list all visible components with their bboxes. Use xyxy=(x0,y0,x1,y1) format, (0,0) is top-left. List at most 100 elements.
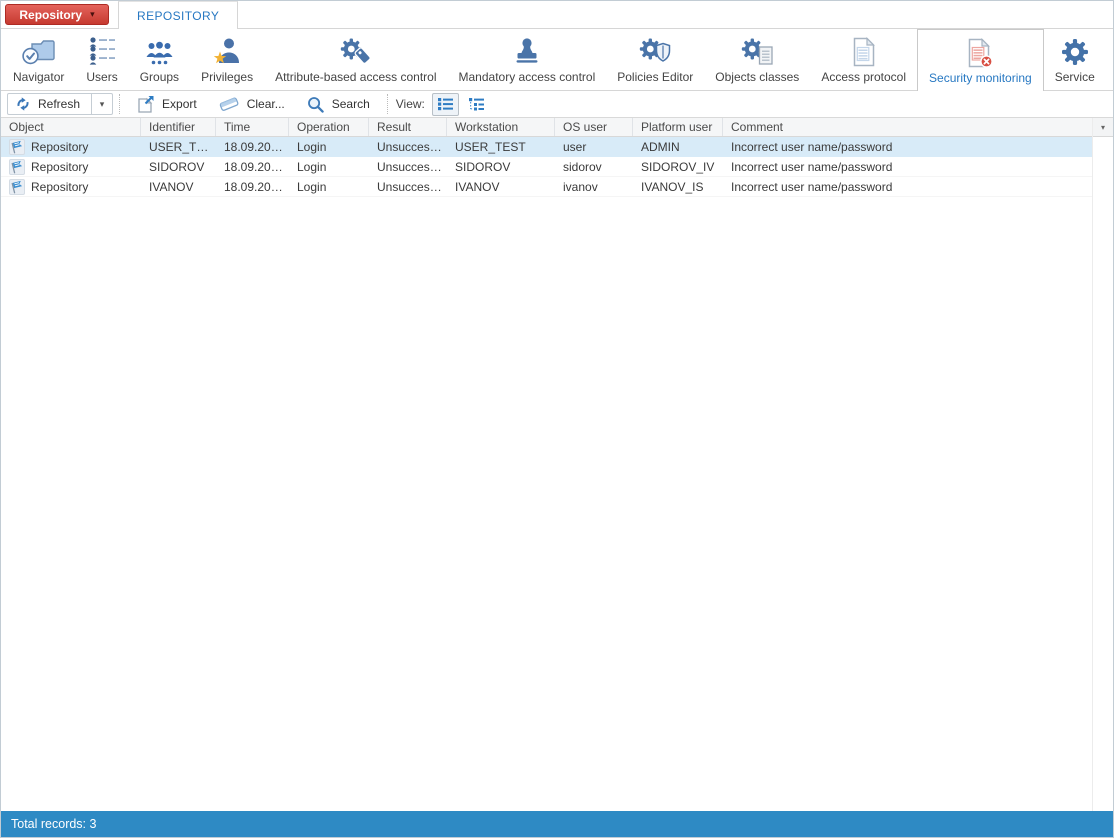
cell-object: Repository xyxy=(1,139,141,155)
table-row[interactable]: Repository USER_TEST 18.09.2018... Login… xyxy=(1,137,1092,157)
view-label: View: xyxy=(396,97,425,111)
ribbon-button-navigator[interactable]: Navigator xyxy=(2,29,75,90)
export-button[interactable]: Export xyxy=(126,92,208,116)
cell-comment: Incorrect user name/password xyxy=(723,160,1092,174)
grid-empty-area xyxy=(1,197,1092,811)
groups-icon xyxy=(144,34,175,67)
gear-shield-icon xyxy=(639,34,672,67)
cell-result: Unsuccessful xyxy=(369,160,447,174)
ribbon-button-label: Groups xyxy=(140,71,179,83)
ribbon-button-service[interactable]: Service xyxy=(1044,29,1106,90)
vertical-scrollbar: ▾ xyxy=(1092,118,1113,811)
cell-identifier: SIDOROV xyxy=(141,160,216,174)
cell-identifier: USER_TEST xyxy=(141,140,216,154)
column-header-result[interactable]: Result xyxy=(369,118,447,136)
refresh-button[interactable]: Refresh xyxy=(8,94,91,114)
table-row[interactable]: Repository SIDOROV 18.09.2018... Login U… xyxy=(1,157,1092,177)
column-header-os-user[interactable]: OS user xyxy=(555,118,633,136)
clear-button-label: Clear... xyxy=(247,97,285,111)
total-records-label: Total records: 3 xyxy=(11,817,96,831)
folder-check-icon xyxy=(21,34,57,67)
repository-menu-button[interactable]: Repository ▾ xyxy=(5,4,109,25)
ribbon-button-label: Security monitoring xyxy=(929,72,1032,84)
gear-document-icon xyxy=(741,34,774,67)
gear-tag-icon xyxy=(339,34,373,67)
list-view-button[interactable] xyxy=(432,93,459,116)
column-header-comment[interactable]: Comment xyxy=(723,118,1092,136)
cell-os-user: ivanov xyxy=(555,180,633,194)
column-header-platform-user[interactable]: Platform user xyxy=(633,118,723,136)
refresh-button-label: Refresh xyxy=(38,97,80,111)
ribbon-button-users[interactable]: Users xyxy=(75,29,128,90)
ribbon-button-security-monitoring[interactable]: Security monitoring xyxy=(917,29,1044,91)
ribbon-button-label: Mandatory access control xyxy=(459,71,596,83)
ribbon-button-access-protocol[interactable]: Access protocol xyxy=(810,29,917,90)
chevron-down-icon: ▾ xyxy=(100,99,105,110)
ribbon-button-label: Service xyxy=(1055,71,1095,83)
cell-platform-user: IVANOV_IS xyxy=(633,180,723,194)
clear-button[interactable]: Clear... xyxy=(208,92,296,116)
ribbon-button-label: Navigator xyxy=(13,71,64,83)
tab-repository[interactable]: REPOSITORY xyxy=(118,1,238,29)
toolbar-separator xyxy=(119,94,120,114)
cell-operation: Login xyxy=(289,160,369,174)
grid-header-row: Object Identifier Time Operation Result … xyxy=(1,118,1092,137)
list-view-icon xyxy=(437,97,454,111)
cell-object: Repository xyxy=(1,179,141,195)
refresh-split-button: Refresh ▾ xyxy=(7,93,113,115)
users-list-icon xyxy=(89,34,116,67)
ribbon-button-abac[interactable]: Attribute-based access control xyxy=(264,29,447,90)
cell-result: Unsuccessful xyxy=(369,140,447,154)
status-bar: Total records: 3 xyxy=(1,811,1113,837)
export-icon xyxy=(137,95,154,113)
column-header-identifier[interactable]: Identifier xyxy=(141,118,216,136)
column-header-operation[interactable]: Operation xyxy=(289,118,369,136)
cell-os-user: sidorov xyxy=(555,160,633,174)
document-icon xyxy=(851,34,877,67)
cell-object-label: Repository xyxy=(31,140,88,154)
refresh-icon xyxy=(15,96,31,112)
flag-icon xyxy=(9,179,25,195)
cell-comment: Incorrect user name/password xyxy=(723,140,1092,154)
ribbon-button-label: Users xyxy=(86,71,117,83)
ribbon-button-policies-editor[interactable]: Policies Editor xyxy=(606,29,704,90)
refresh-dropdown-button[interactable]: ▾ xyxy=(91,94,112,114)
cell-os-user: user xyxy=(555,140,633,154)
ribbon-button-objects-classes[interactable]: Objects classes xyxy=(704,29,810,90)
ribbon-button-label: Attribute-based access control xyxy=(275,71,436,83)
ribbon-button-privileges[interactable]: Privileges xyxy=(190,29,264,90)
repository-menu-label: Repository xyxy=(19,8,82,22)
cell-workstation: IVANOV xyxy=(447,180,555,194)
grid-table: Object Identifier Time Operation Result … xyxy=(1,118,1092,811)
cell-time: 18.09.2018... xyxy=(216,180,289,194)
tree-view-button[interactable] xyxy=(463,93,490,116)
grid-toolbar: Refresh ▾ Export xyxy=(1,91,1113,118)
document-alert-icon xyxy=(966,35,994,68)
cell-identifier: IVANOV xyxy=(141,180,216,194)
tab-repository-label: REPOSITORY xyxy=(137,9,219,23)
cell-operation: Login xyxy=(289,180,369,194)
table-row[interactable]: Repository IVANOV 18.09.2018... Login Un… xyxy=(1,177,1092,197)
cell-time: 18.09.2018... xyxy=(216,140,289,154)
search-icon xyxy=(307,96,324,113)
cell-platform-user: ADMIN xyxy=(633,140,723,154)
flag-icon xyxy=(9,139,25,155)
column-header-time[interactable]: Time xyxy=(216,118,289,136)
eraser-icon xyxy=(219,96,239,112)
ribbon-toolbar: Navigator Users xyxy=(1,29,1113,91)
column-menu-button[interactable]: ▾ xyxy=(1093,118,1113,137)
tab-strip: Repository ▾ REPOSITORY xyxy=(1,1,1113,29)
search-button[interactable]: Search xyxy=(296,92,381,116)
column-header-object[interactable]: Object xyxy=(1,118,141,136)
audit-grid: Object Identifier Time Operation Result … xyxy=(1,118,1113,811)
ribbon-button-groups[interactable]: Groups xyxy=(129,29,190,90)
chevron-down-icon: ▾ xyxy=(90,10,95,19)
ribbon-button-label: Privileges xyxy=(201,71,253,83)
cell-workstation: USER_TEST xyxy=(447,140,555,154)
stamp-icon xyxy=(514,34,540,67)
search-button-label: Search xyxy=(332,97,370,111)
cell-object-label: Repository xyxy=(31,180,88,194)
cell-object: Repository xyxy=(1,159,141,175)
ribbon-button-mac[interactable]: Mandatory access control xyxy=(448,29,607,90)
column-header-workstation[interactable]: Workstation xyxy=(447,118,555,136)
